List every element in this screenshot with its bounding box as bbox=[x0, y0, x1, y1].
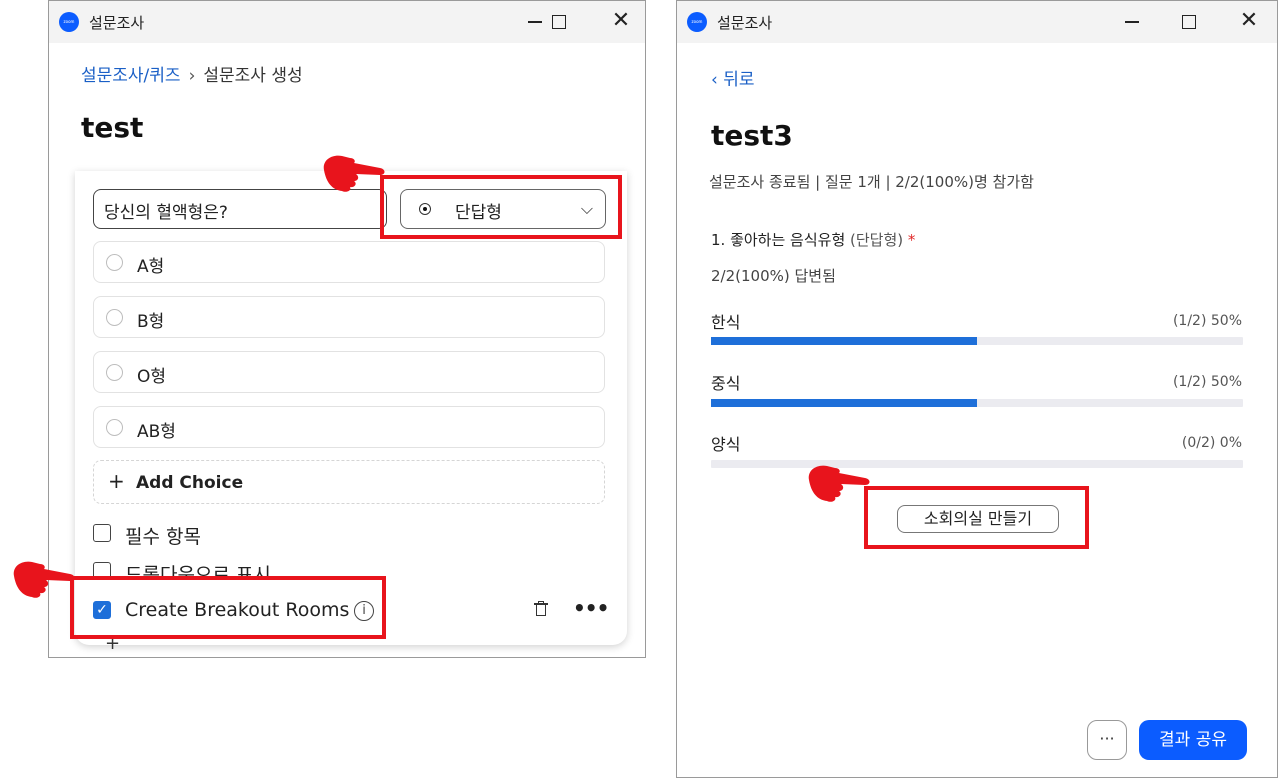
minimize-button[interactable] bbox=[523, 10, 547, 34]
page-title: test bbox=[81, 111, 144, 144]
maximize-button[interactable] bbox=[547, 10, 571, 34]
add-question-plus-icon[interactable]: + bbox=[105, 633, 120, 654]
result-bar-fill bbox=[711, 337, 977, 345]
title-bar: zoom 설문조사 ✕ bbox=[49, 1, 645, 43]
window-title: 설문조사 bbox=[89, 14, 145, 32]
zoom-app-icon: zoom bbox=[687, 12, 707, 32]
breadcrumb-current: 설문조사 생성 bbox=[203, 66, 303, 86]
dropdown-label: 드롭다운으로 표시 bbox=[125, 564, 271, 576]
question-card: 당신의 혈액형은? 단답형 ⌵ A형 B형 O형 AB형 + Add Choic… bbox=[75, 171, 627, 645]
breakout-label: Create Breakout Rooms bbox=[125, 599, 350, 621]
add-choice-button[interactable]: + Add Choice bbox=[93, 460, 605, 504]
minimize-button[interactable] bbox=[1120, 10, 1144, 34]
result-count: (1/2) 50% bbox=[1172, 374, 1242, 390]
radio-icon bbox=[106, 309, 123, 326]
required-mark: * bbox=[907, 231, 916, 249]
pointing-hand-icon bbox=[13, 561, 75, 598]
window-title: 설문조사 bbox=[717, 14, 773, 32]
radio-icon bbox=[106, 364, 123, 381]
more-options-icon[interactable]: ••• bbox=[573, 596, 609, 620]
poll-editor-window: zoom 설문조사 ✕ 설문조사/퀴즈 › 설문조사 생성 test 당신의 혈액형… bbox=[48, 0, 646, 658]
choice-item[interactable]: B형 bbox=[93, 296, 605, 338]
choice-label: A형 bbox=[137, 257, 165, 277]
result-bar-track bbox=[711, 337, 1243, 345]
close-icon: ✕ bbox=[1239, 8, 1259, 33]
required-checkbox[interactable] bbox=[93, 524, 111, 542]
question-type-select[interactable]: 단답형 ⌵ bbox=[400, 189, 606, 229]
minimize-icon bbox=[528, 21, 542, 23]
result-bar-track bbox=[711, 399, 1243, 407]
choice-label: O형 bbox=[137, 367, 167, 387]
answered-count: 2/2(100%) 답변됨 bbox=[711, 267, 836, 285]
question-type: (단답형) bbox=[850, 231, 904, 249]
required-label: 필수 항목 bbox=[125, 526, 201, 548]
back-link[interactable]: ‹ 뒤로 bbox=[711, 65, 754, 90]
choice-item[interactable]: O형 bbox=[93, 351, 605, 393]
choice-label: AB형 bbox=[137, 422, 176, 442]
close-button[interactable]: ✕ bbox=[1237, 10, 1261, 34]
share-results-button[interactable]: 결과 공유 bbox=[1139, 720, 1247, 760]
maximize-button[interactable] bbox=[1177, 10, 1201, 34]
radio-icon bbox=[106, 419, 123, 436]
chevron-down-icon: ⌵ bbox=[580, 199, 593, 218]
more-button[interactable]: ··· bbox=[1087, 720, 1127, 760]
trash-body bbox=[536, 605, 546, 616]
zoom-app-icon: zoom bbox=[59, 12, 79, 32]
question-type-label: 단답형 bbox=[455, 203, 502, 223]
result-label: 양식 bbox=[711, 435, 741, 454]
close-icon: ✕ bbox=[611, 8, 631, 33]
add-choice-label: Add Choice bbox=[136, 473, 244, 493]
breadcrumb: 설문조사/퀴즈 › 설문조사 생성 bbox=[81, 61, 303, 86]
chevron-left-icon: ‹ bbox=[711, 70, 724, 90]
radio-icon bbox=[106, 254, 123, 271]
result-label: 중식 bbox=[711, 374, 741, 393]
maximize-icon bbox=[1182, 15, 1196, 29]
pointing-hand-icon bbox=[323, 155, 385, 192]
choice-label: B형 bbox=[137, 312, 165, 332]
result-bar-fill bbox=[711, 399, 977, 407]
breakout-checkbox-checked[interactable]: ✓ bbox=[93, 601, 111, 619]
choice-item[interactable]: A형 bbox=[93, 241, 605, 283]
poll-title: test3 bbox=[711, 119, 793, 152]
choice-item[interactable]: AB형 bbox=[93, 406, 605, 448]
close-button[interactable]: ✕ bbox=[609, 10, 633, 34]
dropdown-checkbox[interactable] bbox=[93, 562, 111, 576]
breadcrumb-link[interactable]: 설문조사/퀴즈 bbox=[81, 66, 181, 86]
question-label: 1. 좋아하는 음식유형 bbox=[711, 231, 846, 249]
info-icon[interactable]: i bbox=[354, 601, 374, 621]
result-count: (1/2) 50% bbox=[1172, 313, 1242, 329]
minimize-icon bbox=[1125, 21, 1139, 23]
radio-selected-icon bbox=[419, 203, 431, 215]
plus-icon: + bbox=[108, 469, 125, 493]
maximize-icon bbox=[552, 15, 566, 29]
breadcrumb-separator-icon: › bbox=[188, 66, 196, 86]
title-bar: zoom 설문조사 ✕ bbox=[677, 1, 1277, 43]
result-count: (0/2) 0% bbox=[1181, 435, 1242, 451]
question-text-input[interactable]: 당신의 혈액형은? bbox=[93, 189, 387, 229]
result-label: 한식 bbox=[711, 313, 741, 332]
question-heading: 1. 좋아하는 음식유형 (단답형) * bbox=[711, 229, 915, 250]
trash-icon[interactable] bbox=[534, 601, 548, 616]
poll-status: 설문조사 종료됨 | 질문 1개 | 2/2(100%)명 참가함 bbox=[709, 173, 1034, 191]
poll-results-window: zoom 설문조사 ✕ ‹ 뒤로 test3 설문조사 종료됨 | 질문 1개 … bbox=[676, 0, 1278, 778]
dropdown-option[interactable]: 드롭다운으로 표시 bbox=[93, 560, 313, 576]
back-label: 뒤로 bbox=[723, 70, 755, 90]
pointing-hand-icon bbox=[808, 465, 870, 502]
create-breakout-button[interactable]: 소회의실 만들기 bbox=[897, 505, 1059, 533]
result-bar-track bbox=[711, 460, 1243, 468]
